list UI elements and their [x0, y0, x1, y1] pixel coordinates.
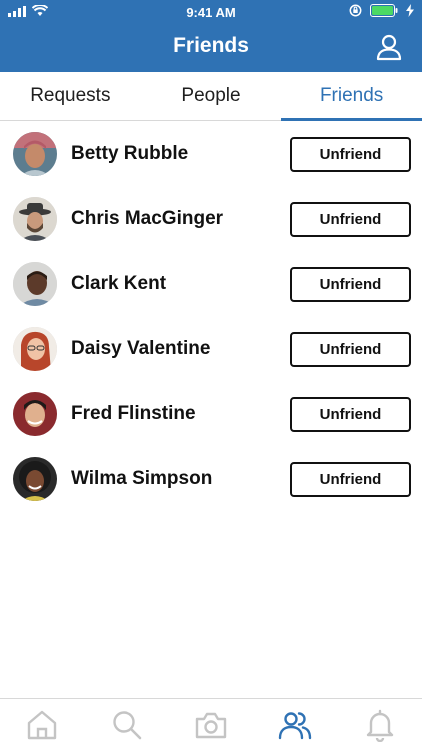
status-right [349, 4, 414, 17]
avatar [13, 197, 57, 241]
avatar [13, 327, 57, 371]
friend-name: Chris MacGinger [71, 208, 224, 229]
avatar [13, 392, 57, 436]
unfriend-button[interactable]: Unfriend [290, 267, 411, 302]
friends-list: Betty Rubble Unfriend Chris MacGinger Un… [0, 123, 422, 513]
status-bar: 9:41 AM [0, 0, 422, 24]
camera-icon [195, 712, 227, 739]
friend-name: Daisy Valentine [71, 338, 211, 359]
unfriend-button[interactable]: Unfriend [290, 332, 411, 367]
avatar [13, 262, 57, 306]
charging-icon [406, 4, 414, 17]
tab-requests[interactable]: Requests [0, 72, 141, 120]
list-item: Fred Flinstine Unfriend [0, 383, 422, 448]
friend-name: Fred Flinstine [71, 403, 196, 424]
battery-icon [370, 4, 398, 17]
unfriend-button[interactable]: Unfriend [290, 137, 411, 172]
unfriend-button[interactable]: Unfriend [290, 462, 411, 497]
nav-friends[interactable] [253, 699, 337, 751]
tab-bar: Requests People Friends [0, 72, 422, 121]
tab-people[interactable]: People [141, 72, 282, 120]
nav-home[interactable] [0, 699, 84, 751]
avatar [13, 457, 57, 501]
avatar [13, 132, 57, 176]
list-item: Wilma Simpson Unfriend [0, 448, 422, 513]
friend-name: Betty Rubble [71, 143, 189, 164]
bell-icon [366, 709, 394, 742]
page-title: Friends [173, 34, 249, 57]
list-item: Betty Rubble Unfriend [0, 123, 422, 188]
list-item: Chris MacGinger Unfriend [0, 188, 422, 253]
header: Friends [0, 24, 422, 72]
friend-name: Wilma Simpson [71, 468, 213, 489]
home-icon [28, 710, 57, 740]
tab-friends[interactable]: Friends [281, 72, 422, 121]
nav-notifications[interactable] [338, 699, 422, 751]
profile-icon [376, 34, 402, 61]
orientation-lock-icon [349, 4, 362, 17]
unfriend-button[interactable]: Unfriend [290, 202, 411, 237]
unfriend-button[interactable]: Unfriend [290, 397, 411, 432]
list-item: Clark Kent Unfriend [0, 253, 422, 318]
nav-search[interactable] [84, 699, 168, 751]
list-item: Daisy Valentine Unfriend [0, 318, 422, 383]
profile-button[interactable] [374, 32, 404, 62]
nav-camera[interactable] [169, 699, 253, 751]
friends-icon [279, 712, 312, 740]
bottom-nav [0, 698, 422, 751]
search-icon [112, 711, 141, 740]
friend-name: Clark Kent [71, 273, 167, 294]
